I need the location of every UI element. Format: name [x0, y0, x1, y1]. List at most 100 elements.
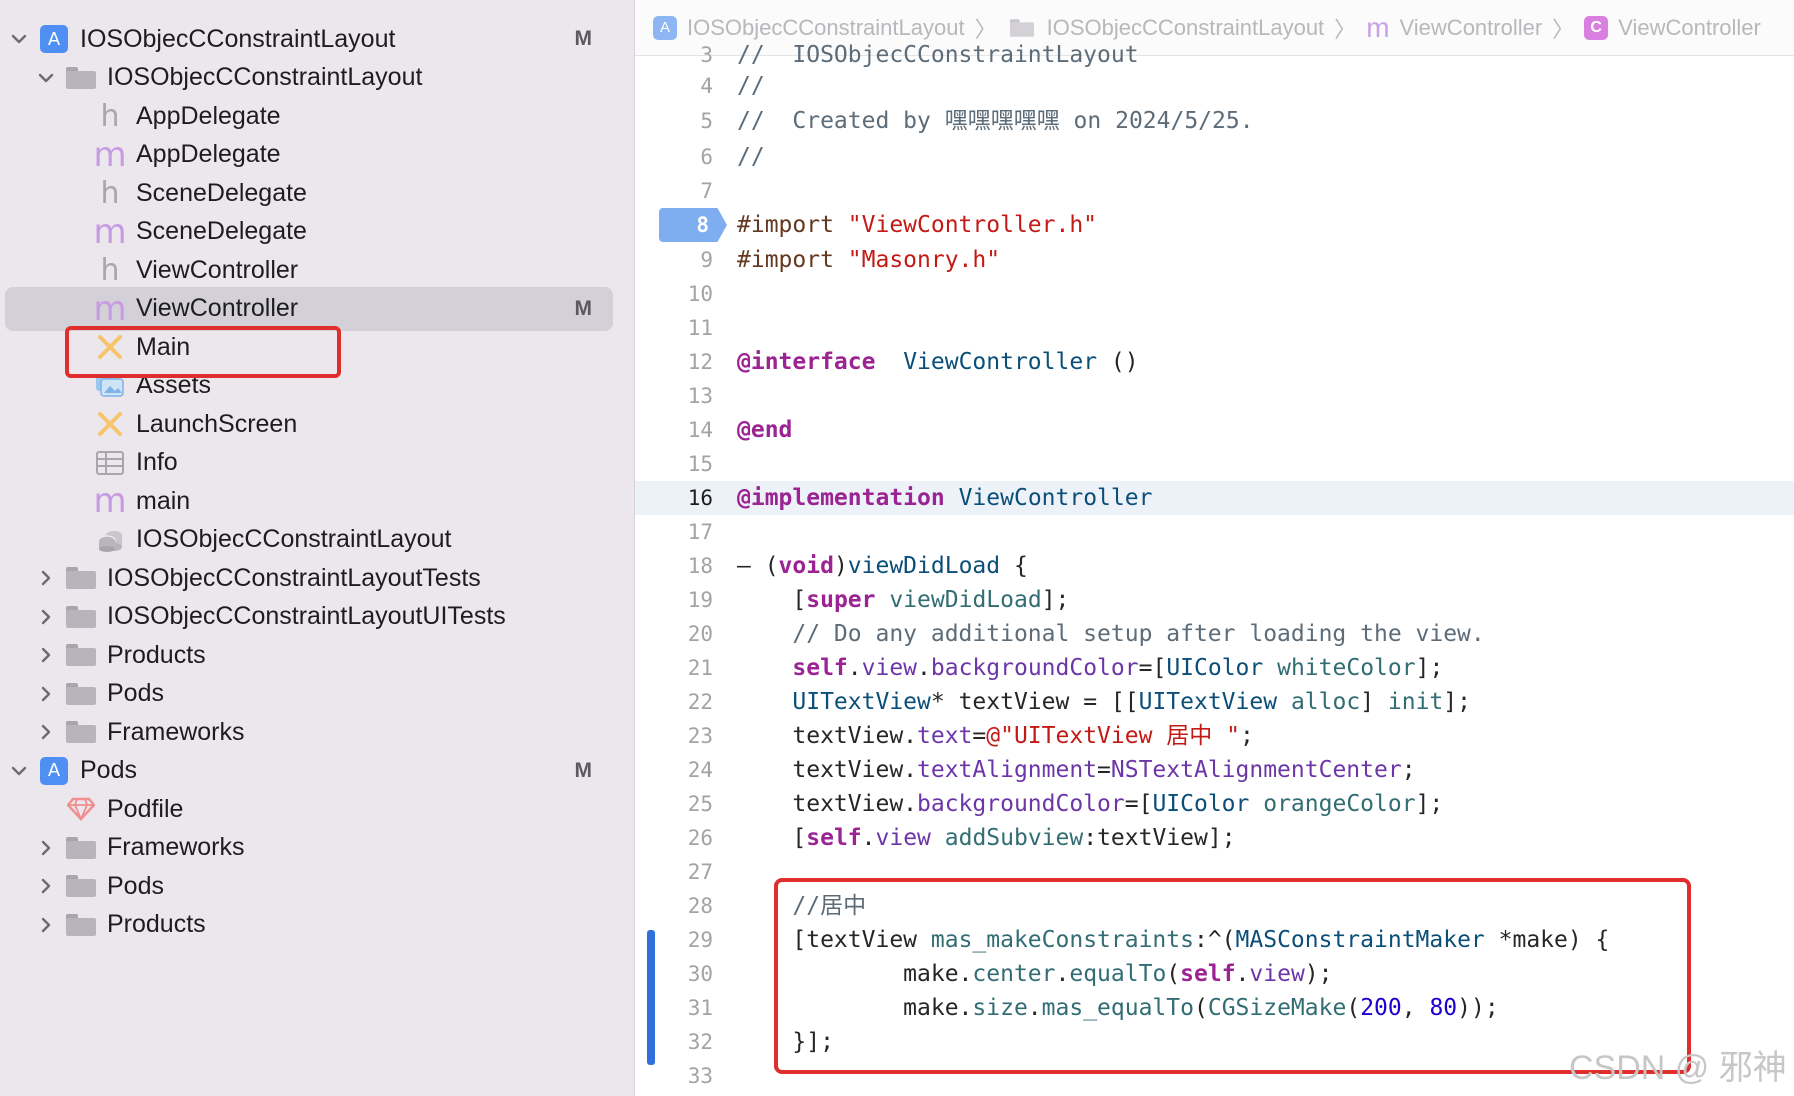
chevron-down-icon[interactable] [7, 27, 31, 51]
navigator-row[interactable]: m SceneDelegate [0, 210, 634, 254]
line-number: 23 [687, 724, 713, 748]
code-line[interactable]: 21 self.view.backgroundColor=[UIColor wh… [635, 651, 1794, 685]
navigator-row[interactable]: IOSObjecCConstraintLayout [0, 518, 634, 562]
chevron-right-icon[interactable] [34, 566, 58, 590]
chevron-right-icon[interactable] [34, 874, 58, 898]
code-token: . [917, 655, 931, 681]
chevron-right-icon[interactable] [34, 720, 58, 744]
breadcrumb-item[interactable]: C ViewController [1584, 15, 1761, 41]
navigator-row[interactable]: h ViewController [0, 248, 634, 292]
chevron-right-icon[interactable] [34, 605, 58, 629]
navigator-row-label: Pods [107, 871, 164, 900]
code-line[interactable]: 16 @implementation ViewController [635, 481, 1794, 515]
navigator-row-label: AppDelegate [136, 101, 281, 130]
code-token: view [861, 655, 918, 681]
navigator-row-label: IOSObjecCConstraintLayout [136, 525, 452, 553]
code-line[interactable]: 17 [635, 515, 1794, 549]
code-line[interactable]: 8 #import "ViewController.h" [635, 208, 1794, 242]
code-line[interactable]: 5 // Created by 嘿嘿嘿嘿嘿 on 2024/5/25. [635, 104, 1794, 138]
code-line[interactable]: 7 [635, 174, 1794, 208]
breadcrumb-item[interactable]: A IOSObjecCConstraintLayout [653, 15, 965, 41]
code-line[interactable]: 18 – (void)viewDidLoad { [635, 549, 1794, 583]
folder-icon [66, 910, 96, 940]
code-line[interactable]: 19 [super viewDidLoad]; [635, 583, 1794, 617]
code-token: ViewController [903, 349, 1098, 375]
code-line[interactable]: 12 @interface ViewController () [635, 345, 1794, 379]
chevron-down-icon[interactable] [34, 66, 58, 90]
code-line[interactable]: 23 textView.text=@"UITextView 居中 "; [635, 719, 1794, 753]
navigator-row-label: SceneDelegate [136, 217, 307, 245]
navigator-row[interactable]: h SceneDelegate [0, 171, 634, 215]
navigator-row-label: ViewController [136, 294, 299, 322]
code-line[interactable]: 24 textView.textAlignment=NSTextAlignmen… [635, 753, 1794, 787]
code-token: @end [737, 417, 793, 443]
code-line[interactable]: 10 [635, 277, 1794, 311]
code-line[interactable]: 14 @end [635, 413, 1794, 447]
navigator-row[interactable]: m ViewController M [0, 286, 634, 331]
breadcrumb-item[interactable]: IOSObjecCConstraintLayout [1007, 15, 1324, 41]
code-line[interactable]: 26 [self.view addSubview:textView]; [635, 821, 1794, 855]
navigator-row[interactable]: A Pods M [0, 749, 634, 793]
navigator-row[interactable]: Frameworks [0, 826, 634, 870]
navigator-row[interactable]: m AppDelegate [0, 133, 634, 177]
header-file-icon: h [100, 175, 120, 211]
code-text: @interface ViewController () [737, 345, 1139, 379]
chevron-right-icon[interactable] [34, 913, 58, 937]
code-line[interactable]: 6 // [635, 140, 1794, 174]
code-text: [super viewDidLoad]; [737, 583, 1069, 617]
line-number: 25 [687, 792, 713, 816]
navigator-row[interactable]: h AppDelegate [0, 94, 634, 138]
code-line[interactable]: 4 // [635, 69, 1794, 103]
navigator-row[interactable]: m main [0, 479, 634, 523]
code-line[interactable]: 20 // Do any additional setup after load… [635, 617, 1794, 651]
navigator-row[interactable]: IOSObjecCConstraintLayoutUITests [0, 595, 634, 639]
navigator-row[interactable]: LaunchScreen [0, 402, 634, 446]
code-line[interactable]: 15 [635, 447, 1794, 481]
navigator-row[interactable]: IOSObjecCConstraintLayoutTests [0, 556, 634, 600]
code-line[interactable]: 22 UITextView* textView = [[UITextView a… [635, 685, 1794, 719]
navigator-row[interactable]: Products [0, 903, 634, 947]
code-token: self [792, 655, 848, 681]
chevron-down-icon[interactable] [7, 759, 31, 783]
chevron-right-icon[interactable] [34, 836, 58, 860]
code-text: UITextView* textView = [[UITextView allo… [737, 685, 1471, 719]
code-token: . [861, 825, 876, 851]
navigator-row[interactable]: A IOSObjecCConstraintLayout M [0, 17, 634, 61]
line-number: 33 [687, 1064, 713, 1088]
source-editor[interactable]: A IOSObjecCConstraintLayout 〉 IOSObjecCCons… [635, 0, 1794, 1096]
navigator-row[interactable]: Podfile [0, 787, 634, 831]
chevron-right-icon[interactable] [34, 682, 58, 706]
code-line[interactable]: 3 // IOSObjecCConstraintLayout [635, 38, 1794, 72]
code-line[interactable]: 25 textView.backgroundColor=[UIColor ora… [635, 787, 1794, 821]
navigator-row-label: IOSObjecCConstraintLayout [80, 24, 396, 53]
line-number: 11 [687, 316, 713, 340]
code-token: view [875, 825, 931, 851]
code-token: // Do any additional setup after loading… [792, 621, 1485, 647]
code-line[interactable]: 13 [635, 379, 1794, 413]
code-token: ] [1360, 689, 1388, 715]
navigator-row-label: LaunchScreen [136, 409, 298, 438]
storyboard-icon [95, 409, 125, 439]
code-token: @implementation [737, 485, 945, 511]
code-text: textView.text=@"UITextView 居中 "; [737, 719, 1253, 753]
code-token: ; [1401, 757, 1416, 783]
code-line[interactable]: 9 #import "Masonry.h" [635, 243, 1794, 277]
breakpoint-marker[interactable]: 8 [659, 208, 727, 242]
navigator-row[interactable]: Pods [0, 672, 634, 716]
navigator-row[interactable]: Products [0, 633, 634, 677]
code-token: textView. [737, 723, 918, 749]
navigator-row[interactable]: Frameworks [0, 710, 634, 754]
code-token: UIColor [1152, 791, 1250, 817]
code-token: UITextView [1138, 689, 1278, 715]
code-token: // [737, 144, 765, 170]
navigator-row[interactable]: Info [0, 441, 634, 485]
chevron-right-icon[interactable] [34, 643, 58, 667]
navigator-row[interactable]: IOSObjecCConstraintLayout [0, 56, 634, 100]
breadcrumb-item[interactable]: m ViewController [1366, 13, 1542, 41]
navigator-row[interactable]: Pods [0, 864, 634, 908]
code-line[interactable]: 11 [635, 311, 1794, 345]
line-number: 19 [687, 588, 713, 612]
project-navigator: A IOSObjecCConstraintLayout M IOSObjecCCons… [0, 0, 635, 1096]
